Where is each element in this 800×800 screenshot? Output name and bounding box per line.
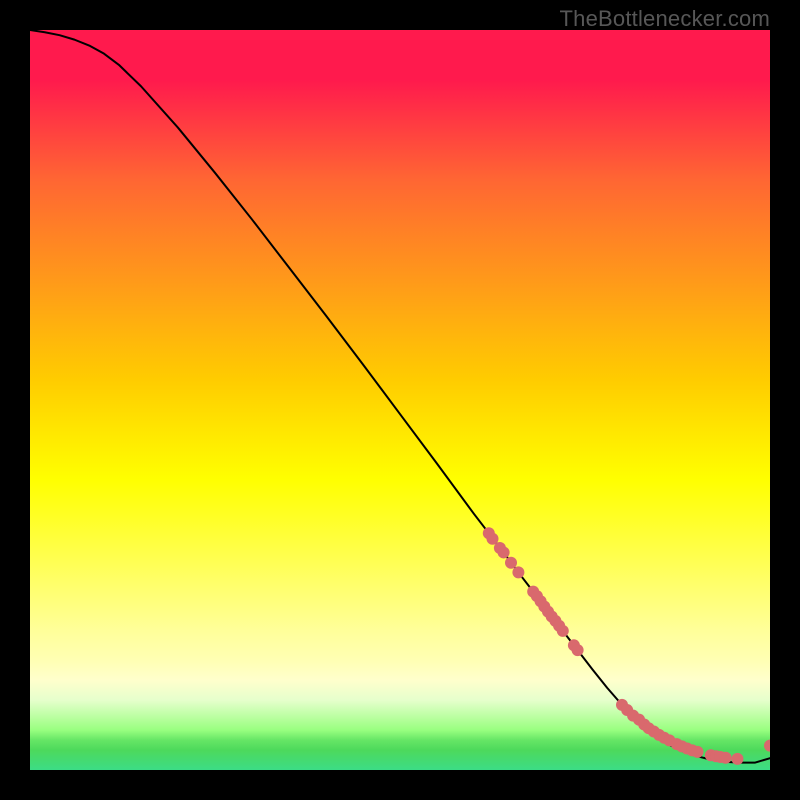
chart-stage: TheBottlenecker.com	[0, 0, 800, 800]
scatter-point	[498, 546, 510, 558]
scatter-point	[557, 625, 569, 637]
watermark-text: TheBottlenecker.com	[560, 6, 770, 32]
plot-area	[30, 30, 770, 770]
scatter-point	[505, 557, 517, 569]
scatter-point	[731, 753, 743, 765]
scatter-point	[720, 752, 732, 764]
scatter-point	[512, 566, 524, 578]
scatter-point	[572, 644, 584, 656]
chart-overlay-svg	[30, 30, 770, 770]
scatter-point	[691, 746, 703, 758]
scatter-point	[764, 740, 770, 752]
curve-line	[30, 30, 770, 763]
